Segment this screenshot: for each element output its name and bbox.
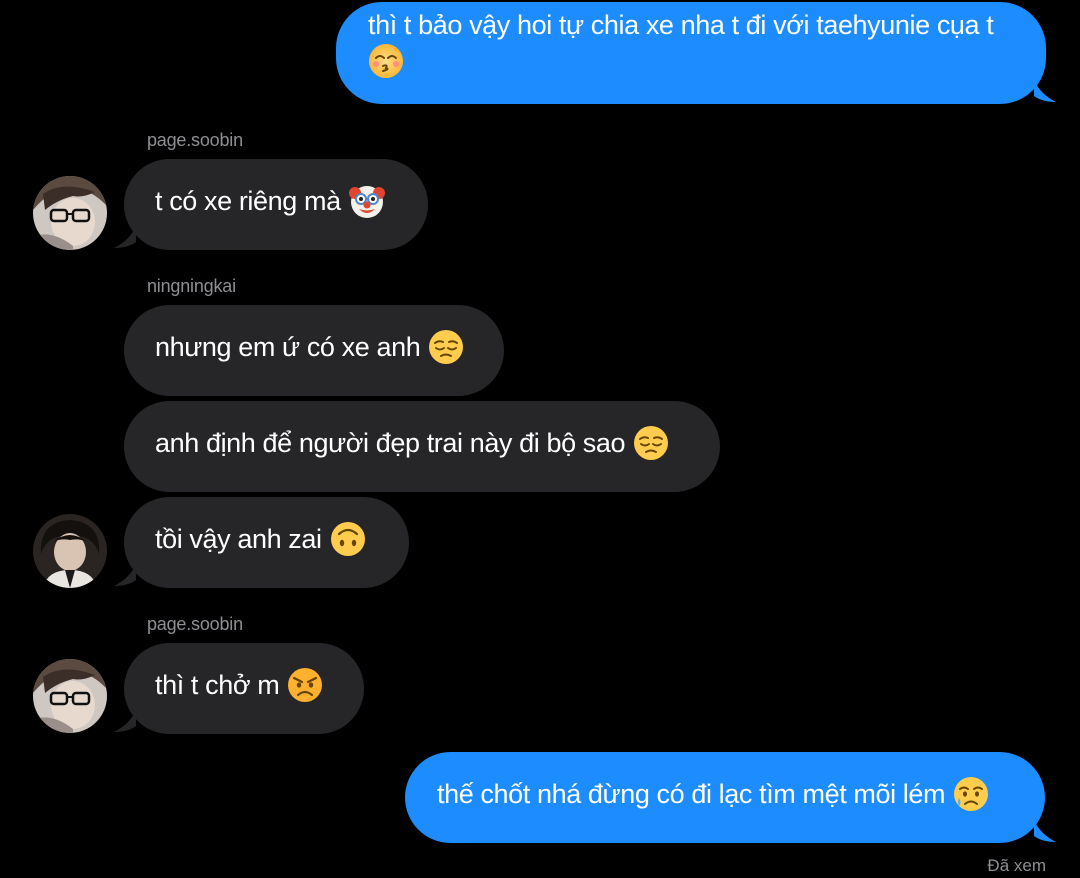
pensive-face-emoji: [428, 329, 464, 365]
message-text-content: thế chốt nhá đừng có đi lạc tìm mệt mõi …: [437, 779, 946, 810]
message-text: thế chốt nhá đừng có đi lạc tìm mệt mõi …: [437, 776, 989, 814]
message-text: thì t chở m: [155, 667, 323, 705]
message-text-content: t có xe riêng mà: [155, 186, 341, 217]
outgoing-bubble-tail: [1034, 820, 1056, 842]
clown-face-emoji: [348, 183, 385, 219]
avatar-page-soobin[interactable]: [33, 176, 107, 250]
incoming-message-bubble[interactable]: nhưng em ứ có xe anh: [124, 305, 504, 396]
message-text-content: thì t bảo vậy hoi tự chia xe nha t đi vớ…: [368, 10, 994, 40]
incoming-bubble-tail: [114, 710, 136, 732]
message-text: thì t bảo vậy hoi tự chia xe nha t đi vớ…: [368, 8, 994, 79]
pensive-face-emoji: [633, 425, 669, 461]
incoming-bubble-tail: [114, 564, 136, 586]
incoming-bubble-tail: [114, 226, 136, 248]
message-text-content: tồi vậy anh zai: [155, 524, 322, 555]
avatar-ningningkai[interactable]: [33, 514, 107, 588]
incoming-message-bubble[interactable]: tồi vậy anh zai: [124, 497, 409, 588]
message-text-content: thì t chở m: [155, 670, 280, 701]
incoming-message-bubble[interactable]: anh định để người đẹp trai này đi bộ sao: [124, 401, 720, 492]
crying-face-emoji: [953, 776, 989, 812]
outgoing-message-bubble[interactable]: thế chốt nhá đừng có đi lạc tìm mệt mõi …: [405, 752, 1045, 843]
message-text: nhưng em ứ có xe anh: [155, 329, 464, 367]
message-text: anh định để người đẹp trai này đi bộ sao: [155, 425, 669, 463]
outgoing-bubble-tail: [1034, 80, 1056, 102]
kissing-closed-eyes-emoji: [368, 43, 404, 79]
message-text: tồi vậy anh zai: [155, 521, 366, 559]
angry-face-emoji: [287, 667, 323, 703]
incoming-message-bubble[interactable]: t có xe riêng mà: [124, 159, 428, 250]
message-text-content: anh định để người đẹp trai này đi bộ sao: [155, 428, 626, 459]
sender-label: ningningkai: [147, 276, 236, 296]
upside-down-face-emoji: [330, 521, 366, 557]
outgoing-message-bubble[interactable]: thì t bảo vậy hoi tự chia xe nha t đi vớ…: [336, 2, 1046, 104]
sender-label: page.soobin: [147, 130, 243, 150]
message-text-content: nhưng em ứ có xe anh: [155, 332, 421, 363]
incoming-message-bubble[interactable]: thì t chở m: [124, 643, 364, 734]
avatar-page-soobin[interactable]: [33, 659, 107, 733]
message-text: t có xe riêng mà: [155, 184, 385, 221]
read-receipt-status: Đã xem: [987, 856, 1046, 875]
sender-label: page.soobin: [147, 614, 243, 634]
